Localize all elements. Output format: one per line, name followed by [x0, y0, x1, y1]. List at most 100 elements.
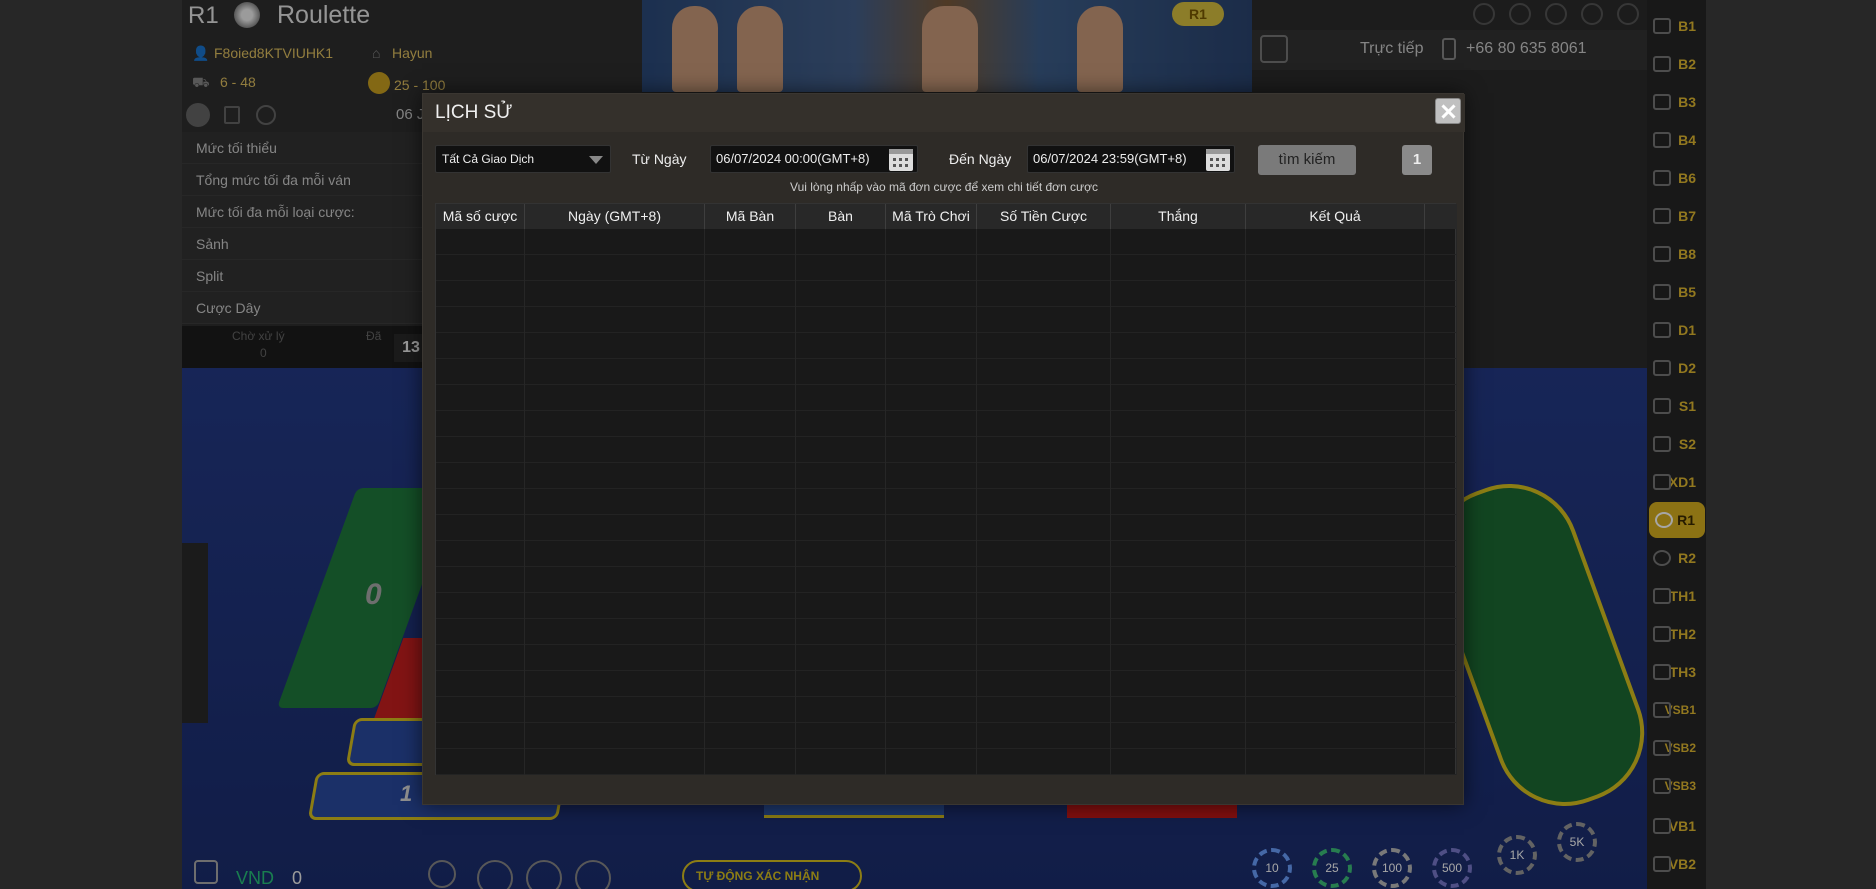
- table-cell: [436, 229, 525, 255]
- table-row: [436, 411, 1457, 437]
- table-cell: [1111, 463, 1246, 489]
- table-cell: [1246, 307, 1425, 333]
- table-cell: [705, 255, 796, 281]
- table-cell: [525, 359, 705, 385]
- table-cell: [1111, 541, 1246, 567]
- table-row: [436, 307, 1457, 333]
- table-cell: [436, 411, 525, 437]
- table-cell: [1425, 385, 1457, 411]
- table-cell: [796, 671, 886, 697]
- table-cell: [796, 489, 886, 515]
- table-cell: [705, 489, 796, 515]
- app-root: R1 Roulette 👤 F8oied8KTVIUHK1 ⌂ Hayun ⛟ …: [0, 0, 1876, 889]
- table-cell: [1111, 645, 1246, 671]
- table-cell: [1246, 255, 1425, 281]
- from-date-value: 06/07/2024 00:00(GMT+8): [716, 151, 870, 166]
- table-cell: [1425, 567, 1457, 593]
- table-cell: [525, 255, 705, 281]
- table-cell: [977, 307, 1111, 333]
- table-row: [436, 567, 1457, 593]
- table-cell: [1111, 567, 1246, 593]
- table-cell: [1425, 749, 1457, 775]
- table-cell: [977, 229, 1111, 255]
- column-header: Mã Trò Chơi: [886, 204, 977, 229]
- column-header: Mã số cược: [436, 204, 525, 229]
- table-cell: [886, 619, 977, 645]
- table-cell: [525, 463, 705, 489]
- table-cell: [436, 697, 525, 723]
- table-cell: [1111, 437, 1246, 463]
- table-row: [436, 229, 1457, 255]
- page-number-button[interactable]: 1: [1402, 145, 1432, 175]
- table-cell: [1246, 619, 1425, 645]
- table-cell: [525, 567, 705, 593]
- table-cell: [525, 489, 705, 515]
- column-header: [1425, 204, 1457, 229]
- table-cell: [705, 359, 796, 385]
- table-cell: [705, 671, 796, 697]
- table-cell: [1111, 723, 1246, 749]
- transaction-type-select[interactable]: Tất Cả Giao Dịch: [435, 145, 611, 173]
- table-row: [436, 619, 1457, 645]
- table-cell: [436, 359, 525, 385]
- table-cell: [1246, 697, 1425, 723]
- table-cell: [977, 411, 1111, 437]
- table-row: [436, 281, 1457, 307]
- table-cell: [436, 515, 525, 541]
- table-cell: [1425, 541, 1457, 567]
- table-cell: [977, 463, 1111, 489]
- column-header: Kết Quả: [1246, 204, 1425, 229]
- column-header: Thắng: [1111, 204, 1246, 229]
- calendar-icon[interactable]: [889, 149, 913, 171]
- table-cell: [796, 645, 886, 671]
- table-cell: [886, 697, 977, 723]
- table-cell: [1111, 229, 1246, 255]
- table-cell: [525, 645, 705, 671]
- table-cell: [705, 385, 796, 411]
- table-cell: [1111, 411, 1246, 437]
- table-cell: [525, 671, 705, 697]
- table-row: [436, 359, 1457, 385]
- table-cell: [1246, 671, 1425, 697]
- column-header: Mã Bàn: [705, 204, 796, 229]
- column-header: Bàn: [796, 204, 886, 229]
- table-cell: [1246, 515, 1425, 541]
- table-cell: [1425, 645, 1457, 671]
- table-cell: [1425, 229, 1457, 255]
- table-cell: [1425, 281, 1457, 307]
- close-icon[interactable]: [1435, 98, 1461, 124]
- table-cell: [705, 593, 796, 619]
- table-cell: [705, 749, 796, 775]
- table-cell: [796, 281, 886, 307]
- modal-title: LỊCH SỬ: [435, 102, 513, 123]
- to-date-input[interactable]: 06/07/2024 23:59(GMT+8): [1027, 145, 1235, 173]
- table-cell: [796, 333, 886, 359]
- table-row: [436, 255, 1457, 281]
- table-cell: [525, 541, 705, 567]
- table-cell: [796, 749, 886, 775]
- table-row: [436, 463, 1457, 489]
- table-cell: [977, 593, 1111, 619]
- search-button[interactable]: tìm kiếm: [1258, 145, 1356, 175]
- table-cell: [977, 567, 1111, 593]
- table-cell: [436, 619, 525, 645]
- from-date-input[interactable]: 06/07/2024 00:00(GMT+8): [710, 145, 918, 173]
- table-cell: [436, 723, 525, 749]
- table-cell: [796, 541, 886, 567]
- table-cell: [977, 619, 1111, 645]
- table-cell: [886, 281, 977, 307]
- table-cell: [1111, 515, 1246, 541]
- table-cell: [1425, 593, 1457, 619]
- table-cell: [886, 463, 977, 489]
- table-cell: [1246, 411, 1425, 437]
- table-cell: [886, 671, 977, 697]
- table-cell: [436, 333, 525, 359]
- calendar-icon[interactable]: [1206, 149, 1230, 171]
- table-row: [436, 749, 1457, 775]
- table-cell: [1246, 281, 1425, 307]
- table-cell: [436, 307, 525, 333]
- table-cell: [1246, 645, 1425, 671]
- hint-text: Vui lòng nhấp vào mã đơn cược để xem chi…: [790, 180, 1098, 194]
- table-cell: [977, 749, 1111, 775]
- table-cell: [886, 255, 977, 281]
